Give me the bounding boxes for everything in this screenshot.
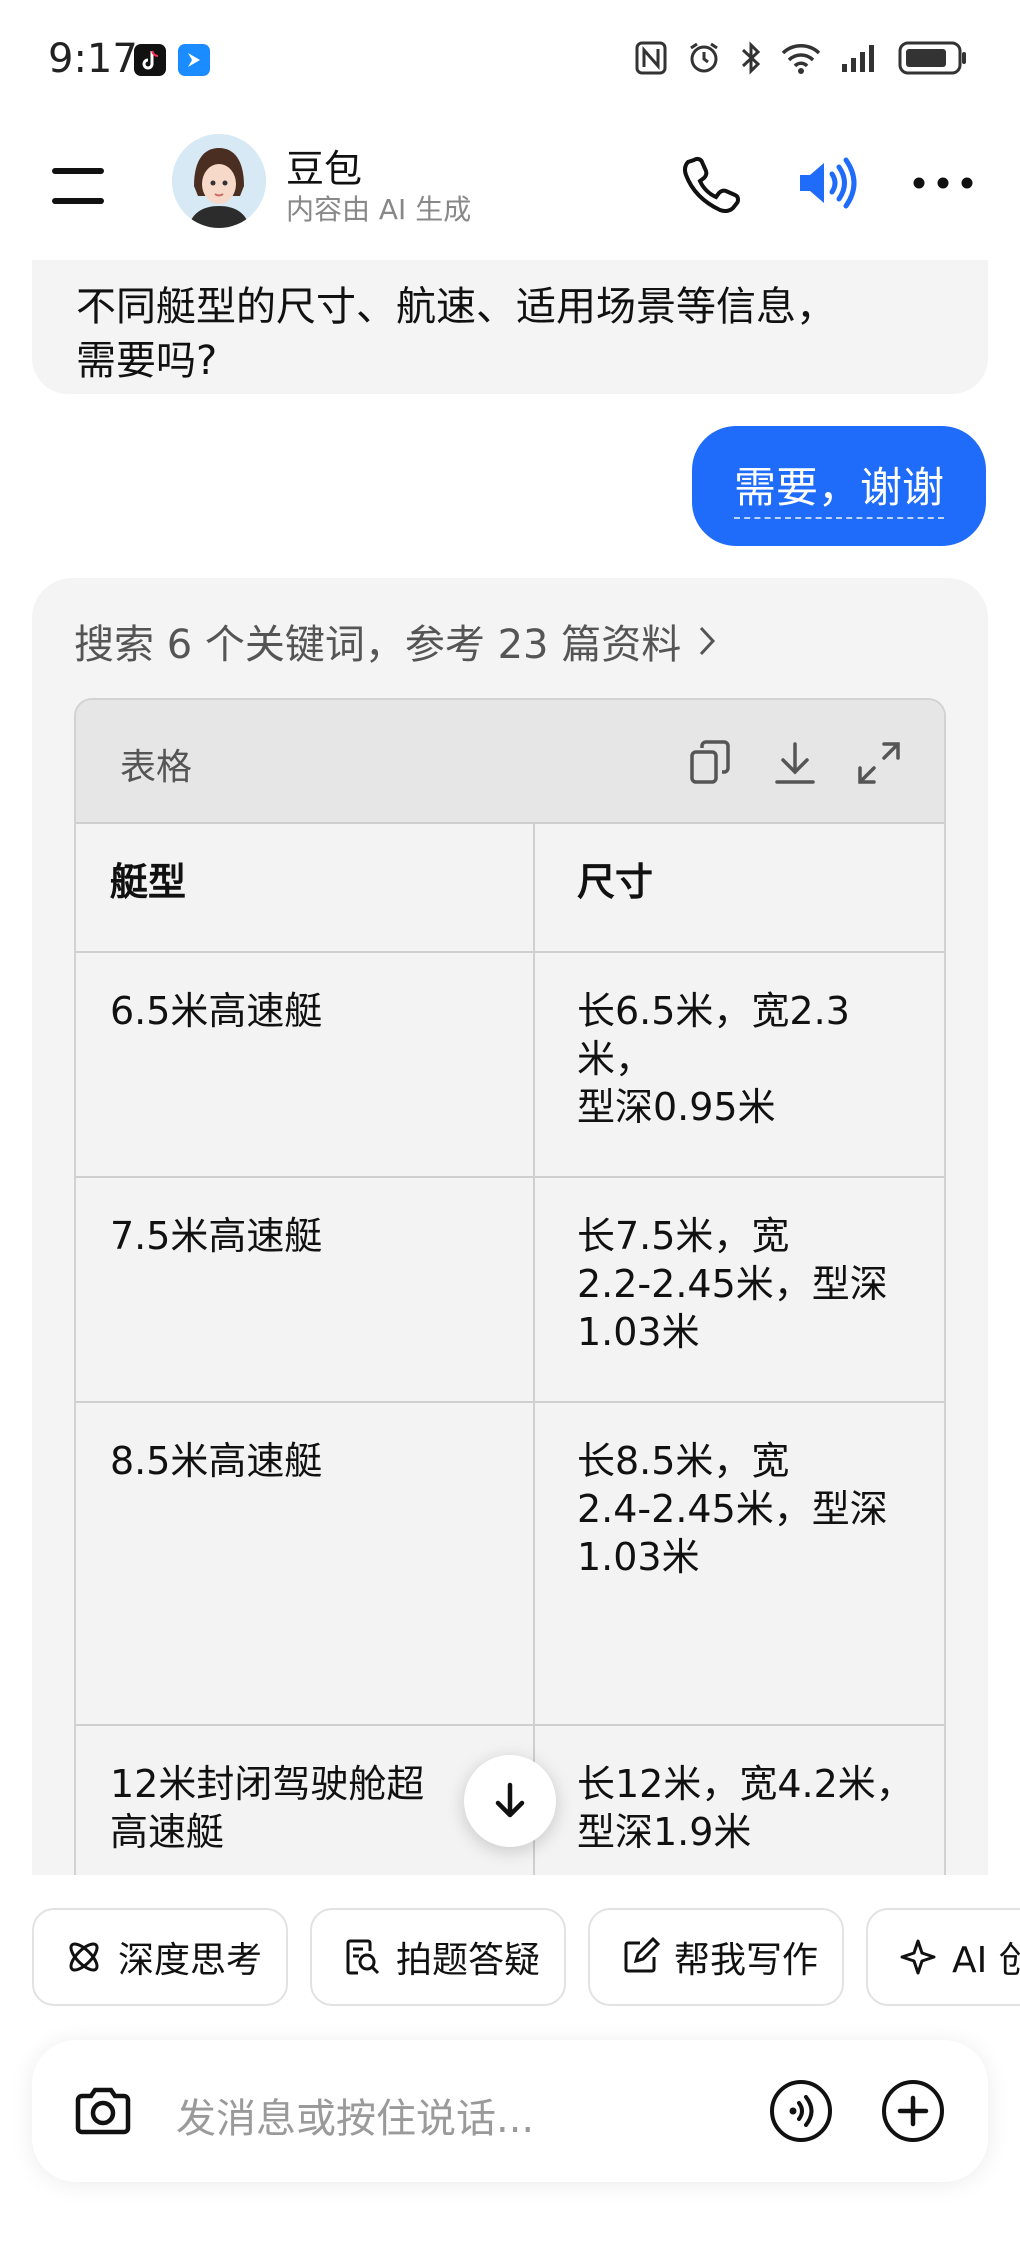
reference-text: 搜索 6 个关键词，参考 23 篇资料 (74, 622, 682, 668)
cell-line: 型深1.9米 (577, 1810, 752, 1854)
chat-title: 豆包 (286, 147, 363, 191)
sparkle-icon (900, 1939, 936, 1975)
chat-header: 豆包 内容由 AI 生成 (0, 120, 1020, 260)
chip-label: 帮我写作 (674, 1940, 819, 1981)
more-options-icon[interactable] (908, 148, 978, 218)
chip-ai-create[interactable]: AI 创 (866, 1908, 1020, 2006)
chat-subtitle: 内容由 AI 生成 (286, 193, 472, 226)
phone-call-icon[interactable] (676, 148, 746, 218)
table-cell: 长12米，宽4.2米， 型深1.9米 (534, 1725, 944, 1875)
menu-button[interactable] (50, 160, 106, 216)
column-header: 尺寸 (534, 824, 944, 953)
message-input[interactable]: 发消息或按住说话... (176, 2086, 534, 2144)
table-cell: 长6.5米，宽2.3米， 型深0.95米 (534, 952, 944, 1178)
battery-icon (898, 41, 966, 75)
messenger-app-icon (178, 44, 210, 76)
bluetooth-icon (741, 41, 761, 75)
wifi-icon (781, 44, 821, 74)
suggestion-chips: 深度思考 拍题答疑 帮我写作 AI 创 (0, 1908, 1020, 2008)
document-search-icon (346, 1939, 380, 1975)
table-cell: 8.5米高速艇 (76, 1402, 535, 1726)
table-cell: 长7.5米，宽 2.2-2.45米，型深 1.03米 (534, 1177, 944, 1403)
chip-label: 拍题答疑 (396, 1940, 541, 1981)
table-row: 6.5米高速艇 长6.5米，宽2.3米， 型深0.95米 (76, 952, 944, 1178)
table-cell: 长8.5米，宽 2.4-2.45米，型深 1.03米 (534, 1402, 944, 1726)
status-icons (634, 40, 968, 76)
nfc-icon (635, 41, 667, 75)
arrow-down-icon (495, 1782, 525, 1818)
chevron-right-icon (700, 626, 716, 656)
cell-line: 12米封闭驾驶舱超 (110, 1762, 425, 1806)
data-table: 艇型 尺寸 6.5米高速艇 长6.5米，宽2.3米， 型深0.95米 7.5米高… (76, 824, 944, 1875)
speaker-icon[interactable] (792, 148, 862, 218)
table-card: 表格 艇型 尺寸 6.5米高速艇 长6.5米，宽2.3米， 型深0.95米 7.… (74, 698, 946, 1875)
status-time: 9:17 (48, 36, 138, 82)
table-cell: 6.5米高速艇 (76, 952, 535, 1178)
table-label: 表格 (120, 747, 193, 788)
table-header-row: 艇型 尺寸 (76, 824, 944, 953)
cell-line: 1.03米 (577, 1310, 700, 1354)
voice-input-icon[interactable] (768, 2078, 834, 2144)
add-icon[interactable] (880, 2078, 946, 2144)
camera-icon[interactable] (70, 2078, 136, 2144)
table-row: 7.5米高速艇 长7.5米，宽 2.2-2.45米，型深 1.03米 (76, 1177, 944, 1403)
chip-deep-thinking[interactable]: 深度思考 (32, 1908, 288, 2006)
cell-line: 长6.5米，宽2.3米， (577, 989, 850, 1081)
search-references[interactable]: 搜索 6 个关键词，参考 23 篇资料 (74, 612, 717, 670)
cell-line: 长12米，宽4.2米， (577, 1762, 914, 1806)
table-cell: 7.5米高速艇 (76, 1177, 535, 1403)
table-row: 8.5米高速艇 长8.5米，宽 2.4-2.45米，型深 1.03米 (76, 1402, 944, 1726)
cell-line: 长7.5米，宽 (577, 1214, 790, 1258)
edit-icon (624, 1937, 660, 1973)
column-header: 艇型 (76, 824, 535, 953)
previous-ai-message: 不同艇型的尺寸、航速、适用场景等信息， 需要吗? (32, 260, 988, 394)
signal-icon (842, 45, 874, 72)
cell-line: 2.4-2.45米，型深 (577, 1487, 888, 1531)
chip-label: 深度思考 (118, 1940, 263, 1981)
download-icon[interactable] (770, 738, 820, 788)
atom-icon (69, 1942, 99, 1972)
message-line: 不同艇型的尺寸、航速、适用场景等信息， (76, 284, 836, 330)
chip-help-write[interactable]: 帮我写作 (588, 1908, 844, 2006)
user-message-text: 需要，谢谢 (733, 454, 944, 519)
avatar[interactable] (172, 134, 266, 228)
cell-line: 1.03米 (577, 1535, 700, 1579)
status-bar: 9:17 (0, 0, 1020, 120)
cell-line: 型深0.95米 (577, 1085, 776, 1129)
cell-line: 高速艇 (110, 1810, 225, 1854)
user-message[interactable]: 需要，谢谢 (691, 426, 986, 546)
chat-area[interactable]: 不同艇型的尺寸、航速、适用场景等信息， 需要吗? 需要，谢谢 搜索 6 个关键词… (0, 260, 1020, 1875)
copy-icon[interactable] (686, 738, 736, 788)
expand-icon[interactable] (854, 738, 904, 788)
ai-message: 搜索 6 个关键词，参考 23 篇资料 表格 艇型 尺寸 6.5米高速艇 长6.… (32, 578, 988, 1875)
chip-label: AI 创 (952, 1940, 1020, 1981)
scroll-to-bottom-button[interactable] (464, 1755, 556, 1847)
chip-photo-question[interactable]: 拍题答疑 (310, 1908, 566, 2006)
cell-line: 长8.5米，宽 (577, 1439, 790, 1483)
message-line: 需要吗? (76, 338, 218, 384)
alarm-icon (690, 42, 718, 73)
tiktok-icon (134, 44, 166, 76)
cell-line: 2.2-2.45米，型深 (577, 1262, 888, 1306)
table-toolbar: 表格 (76, 700, 944, 824)
message-input-bar: 发消息或按住说话... (32, 2040, 988, 2182)
